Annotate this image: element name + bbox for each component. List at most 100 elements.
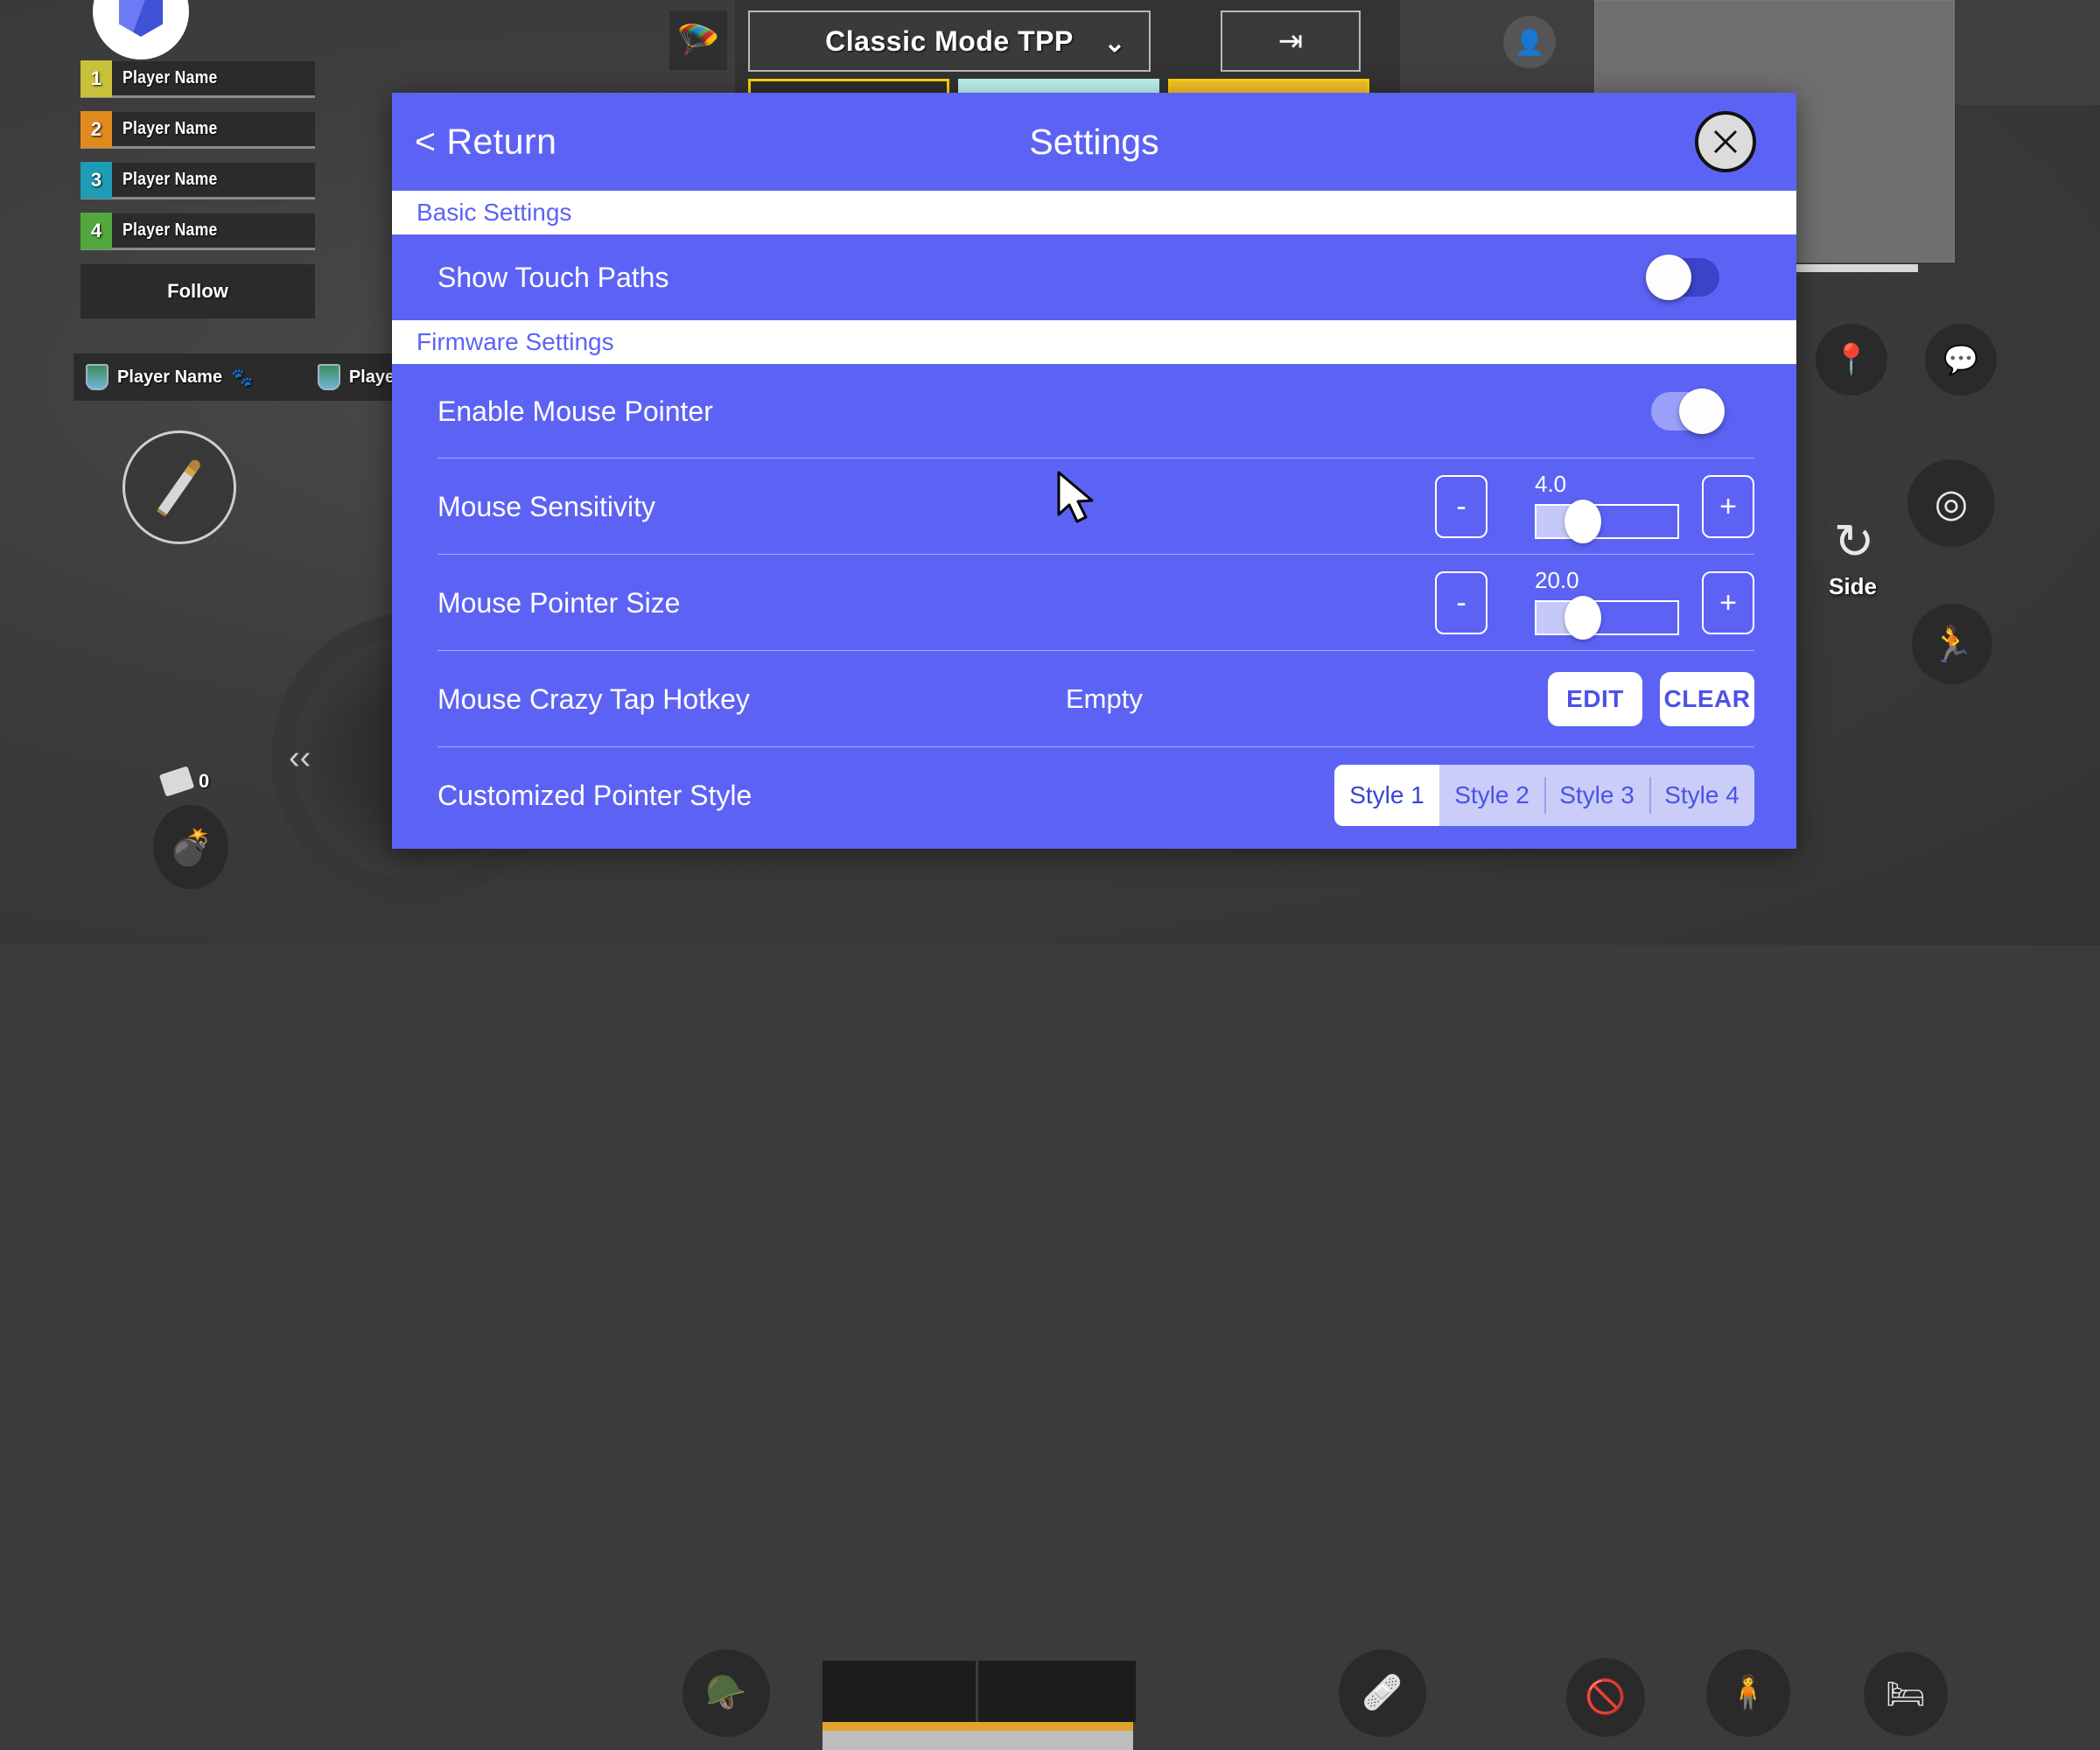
follow-button[interactable]: Follow [80, 264, 315, 318]
squad-row[interactable]: 4 Player Name [80, 214, 315, 250]
row-enable-mouse-pointer[interactable]: Enable Mouse Pointer [392, 364, 1796, 458]
chevron-down-icon: ⌄ [1103, 28, 1126, 59]
map-pin-button[interactable]: 📍 [1816, 324, 1887, 396]
helmet-button[interactable]: 🪖 [682, 1649, 770, 1737]
row-mouse-pointer-size: Mouse Pointer Size - 20.0 + [392, 555, 1796, 651]
pointer-size-increment-button[interactable]: + [1702, 571, 1754, 634]
no-scope-button[interactable]: 🚫 [1566, 1658, 1645, 1737]
friends-button[interactable]: 👤 [1503, 16, 1556, 68]
pointer-style-option-3[interactable]: Style 3 [1544, 765, 1649, 826]
row-show-touch-paths[interactable]: Show Touch Paths [392, 234, 1796, 320]
sensitivity-slider-group: - 4.0 + [1424, 458, 1754, 555]
pointer-size-value: 20.0 [1535, 567, 1579, 594]
close-icon [1708, 124, 1743, 159]
exit-door-icon: ⇥ [1278, 24, 1304, 59]
row-mouse-crazy-tap-hotkey: Mouse Crazy Tap Hotkey Empty EDIT CLEAR [392, 651, 1796, 747]
prone-button[interactable]: 🛏 [1864, 1652, 1948, 1736]
prone-icon: 🛏 [1886, 1676, 1926, 1712]
app-logo-badge [93, 0, 189, 60]
sensitivity-slider-track[interactable] [1535, 504, 1679, 539]
squad-row[interactable]: 3 Player Name [80, 163, 315, 200]
hotkey-edit-button[interactable]: EDIT [1548, 672, 1642, 726]
bullet-icon [157, 458, 202, 517]
parachute-button[interactable]: 🪂 [669, 10, 727, 70]
ammo-type-button[interactable] [122, 430, 236, 544]
toggle-knob [1646, 255, 1691, 300]
section-header-firmware: Firmware Settings [392, 320, 1796, 364]
weapon-slot[interactable] [822, 1661, 976, 1722]
killfeed-left-player: Player Name [117, 368, 222, 388]
stand-icon: 🧍 [1727, 1674, 1768, 1712]
money-icon [159, 766, 194, 796]
sensitivity-value: 4.0 [1535, 471, 1566, 498]
pointer-size-decrement-button[interactable]: - [1435, 571, 1488, 634]
crosshair-icon: ◎ [1935, 481, 1968, 526]
jump-icon: 🏃 [1930, 624, 1974, 665]
clan-shield-icon [318, 364, 340, 390]
mode-selector[interactable]: Classic Mode TPP ⌄ [748, 10, 1151, 72]
show-touch-paths-toggle[interactable] [1651, 258, 1719, 297]
healing-button[interactable]: 🩹 [1339, 1649, 1426, 1737]
squad-row[interactable]: 1 Player Name [80, 61, 315, 98]
pointer-size-slider-track[interactable] [1535, 600, 1679, 635]
pointer-style-option-1[interactable]: Style 1 [1334, 765, 1439, 826]
mode-selector-label: Classic Mode TPP [825, 25, 1074, 58]
no-scope-icon: 🚫 [1585, 1678, 1626, 1717]
row-label: Mouse Pointer Size [438, 587, 680, 620]
pointer-size-slider-group: - 20.0 + [1424, 555, 1754, 651]
money-value: 0 [199, 770, 209, 793]
row-label: Customized Pointer Style [438, 780, 752, 812]
toggle-knob [1679, 388, 1725, 434]
modal-title: Settings [392, 122, 1796, 163]
rotate-side-icon[interactable]: ↻ [1820, 508, 1888, 576]
squad-slot-number: 1 [80, 60, 112, 97]
side-label: Side [1829, 573, 1877, 600]
modal-header: < Return Settings [392, 93, 1796, 191]
chat-button[interactable]: 💬 [1925, 324, 1997, 396]
aim-button[interactable]: ◎ [1908, 459, 1995, 547]
hotkey-value: Empty [1066, 683, 1143, 715]
pointer-style-segmented-control: Style 1 Style 2 Style 3 Style 4 [1334, 765, 1754, 826]
enable-mouse-pointer-toggle[interactable] [1651, 392, 1719, 430]
sensitivity-decrement-button[interactable]: - [1435, 475, 1488, 538]
row-label: Mouse Crazy Tap Hotkey [438, 683, 750, 716]
healing-icon: 🩹 [1362, 1674, 1403, 1712]
squad-player-name: Player Name [122, 220, 218, 241]
jump-button[interactable]: 🏃 [1912, 604, 1992, 684]
squad-player-name: Player Name [122, 170, 218, 190]
pointer-style-option-2[interactable]: Style 2 [1439, 765, 1544, 826]
close-button[interactable] [1695, 111, 1756, 172]
stand-button[interactable]: 🧍 [1706, 1649, 1790, 1737]
row-label: Mouse Sensitivity [438, 491, 655, 523]
joystick-left-arrow-icon: ‹‹ [289, 739, 311, 777]
sensitivity-slider-thumb[interactable] [1564, 500, 1601, 543]
squad-slot-number: 3 [80, 162, 112, 199]
sensitivity-increment-button[interactable]: + [1702, 475, 1754, 538]
mouse-pointer-icon [1057, 471, 1102, 532]
parachute-icon: 🪂 [676, 20, 720, 61]
friends-icon: 👤 [1515, 28, 1545, 57]
squad-player-name: Player Name [122, 119, 218, 139]
section-header-basic: Basic Settings [392, 191, 1796, 234]
squad-list: 1 Player Name 2 Player Name 3 Player Nam… [80, 61, 315, 318]
squad-row[interactable]: 2 Player Name [80, 112, 315, 149]
hotkey-clear-button[interactable]: CLEAR [1660, 672, 1754, 726]
row-label: Enable Mouse Pointer [438, 396, 713, 428]
return-button[interactable]: < Return [415, 122, 556, 163]
ammo-bar [822, 1731, 1133, 1750]
pointer-size-slider-thumb[interactable] [1564, 596, 1601, 640]
cube-logo-icon [119, 0, 163, 37]
squad-player-name: Player Name [122, 68, 218, 88]
exit-button[interactable]: ⇥ [1221, 10, 1361, 72]
money-counter: 0 [162, 770, 209, 793]
pointer-style-option-4[interactable]: Style 4 [1649, 765, 1754, 826]
squad-slot-number: 2 [80, 111, 112, 148]
map-pin-icon: 📍 [1833, 342, 1870, 377]
chat-icon: 💬 [1943, 343, 1978, 376]
weapon-slot[interactable] [978, 1661, 1136, 1722]
hotkey-buttons: EDIT CLEAR [1548, 672, 1754, 726]
killfeed-banner: Player Name 🐾 Player Na [74, 354, 441, 401]
helmet-icon: 🪖 [705, 1674, 746, 1712]
clan-shield-icon [86, 364, 108, 390]
ammo-bar-top [822, 1722, 1133, 1731]
